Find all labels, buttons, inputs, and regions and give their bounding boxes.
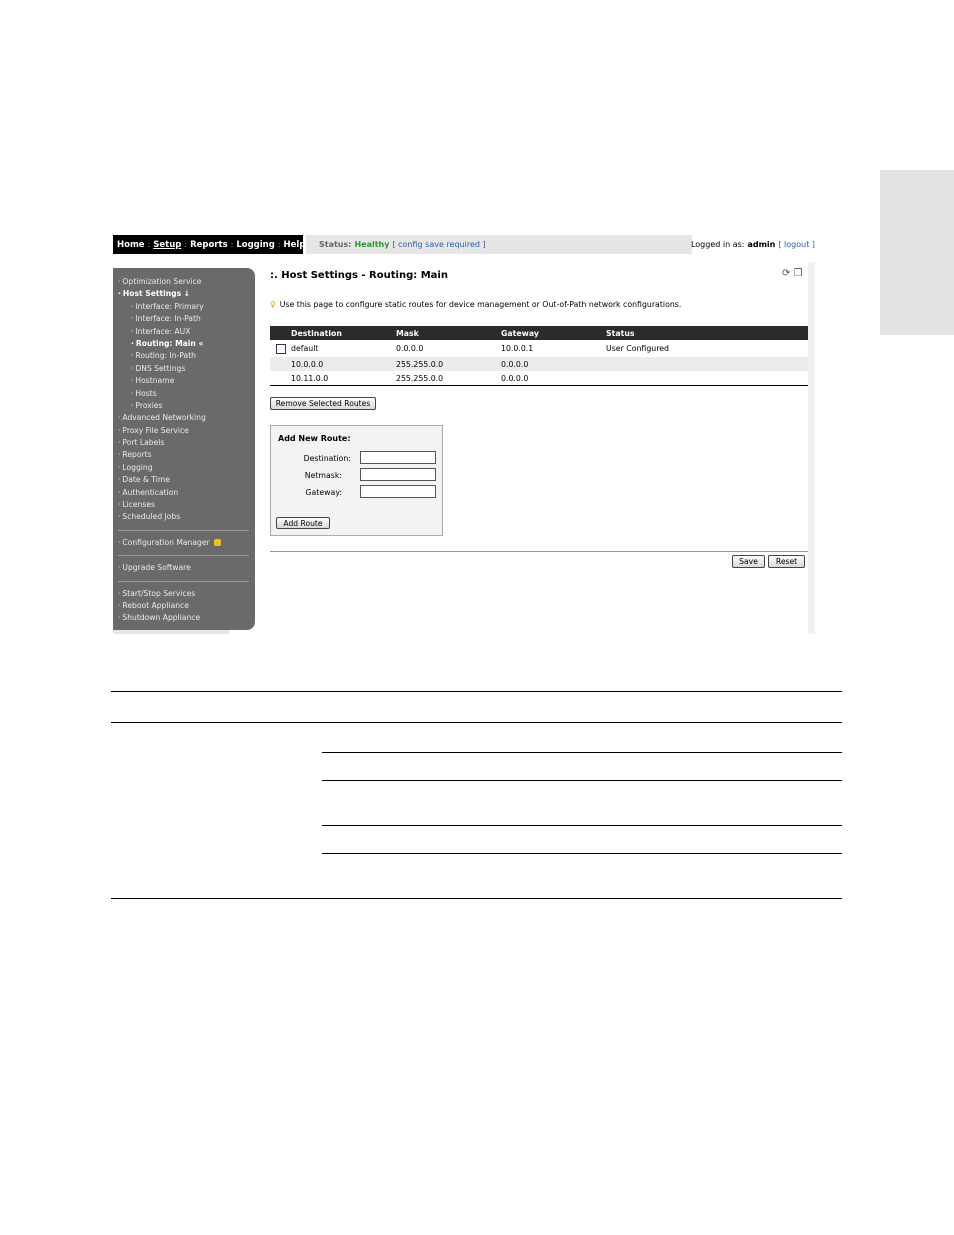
- sidebar-item-scheduled-jobs[interactable]: · Scheduled Jobs: [113, 511, 255, 523]
- netmask-label: Netmask:: [304, 471, 342, 480]
- sidebar-divider: [118, 529, 249, 531]
- doc-table-rule: [111, 691, 842, 692]
- destination-field[interactable]: [360, 451, 436, 464]
- sidebar-item-dns-settings[interactable]: · DNS Settings: [113, 363, 255, 375]
- netmask-field[interactable]: [360, 468, 436, 481]
- sidebar-item-start-stop-services[interactable]: · Start/Stop Services: [113, 588, 255, 600]
- sidebar-divider: [118, 555, 249, 557]
- reset-button[interactable]: Reset: [768, 555, 805, 568]
- warning-icon: [213, 539, 221, 547]
- nav-home[interactable]: Home: [117, 240, 145, 250]
- nav-reports[interactable]: Reports: [190, 240, 228, 250]
- sidebar-item-optimization-service[interactable]: · Optimization Service: [113, 276, 255, 288]
- sidebar-item-authentication[interactable]: · Authentication: [113, 487, 255, 499]
- status-label: Status:: [319, 240, 352, 249]
- sidebar-item-proxy-file-service[interactable]: · Proxy File Service: [113, 425, 255, 437]
- footer-divider: [270, 551, 808, 552]
- sidebar-item-upgrade-software[interactable]: · Upgrade Software: [113, 562, 255, 574]
- sidebar-item-configuration-manager[interactable]: · Configuration Manager: [113, 537, 255, 549]
- sidebar-item-reboot-appliance[interactable]: · Reboot Appliance: [113, 600, 255, 612]
- margin-thumb-tab: [880, 170, 954, 335]
- config-save-link[interactable]: [ config save required ]: [392, 240, 485, 249]
- sidebar-item-hosts[interactable]: · Hosts: [113, 388, 255, 400]
- refresh-icon[interactable]: ⟳: [782, 268, 790, 279]
- table-row: 10.11.0.0 255.255.0.0 0.0.0.0: [270, 371, 808, 386]
- doc-table-rule: [322, 780, 842, 781]
- remove-selected-routes-button[interactable]: Remove Selected Routes: [270, 397, 376, 410]
- sidebar-item-routing-main[interactable]: · Routing: Main «: [113, 338, 255, 350]
- sidebar-item-hostname[interactable]: · Hostname: [113, 375, 255, 387]
- login-prefix: Logged in as:: [690, 240, 745, 249]
- page-title: :. Host Settings - Routing: Main: [270, 270, 448, 281]
- col-destination: Destination: [270, 326, 375, 340]
- main-nav: Home: Setup: Reports: Logging: Help: [113, 235, 306, 254]
- sidebar-menu: · Optimization Service · Host Settings ↓ · In…: [113, 276, 255, 524]
- add-route-button[interactable]: Add Route: [276, 517, 330, 529]
- table-row: 10.0.0.0 255.255.0.0 0.0.0.0: [270, 357, 808, 371]
- gateway-label: Gateway:: [305, 488, 342, 497]
- doc-table-rule: [322, 752, 842, 753]
- sidebar-footer: [113, 630, 229, 634]
- sidebar-item-reports[interactable]: · Reports: [113, 449, 255, 461]
- sidebar-item-routing-in-path[interactable]: · Routing: In-Path: [113, 350, 255, 362]
- add-route-title: Add New Route:: [278, 434, 351, 443]
- sidebar-item-shutdown-appliance[interactable]: · Shutdown Appliance: [113, 612, 255, 624]
- sidebar-item-interface-aux[interactable]: · Interface: AUX: [113, 326, 255, 338]
- lightbulb-icon: ♀: [270, 300, 276, 309]
- login-user: admin: [747, 240, 776, 249]
- save-button[interactable]: Save: [732, 555, 765, 568]
- sidebar-item-host-settings[interactable]: · Host Settings ↓: [113, 288, 255, 300]
- doc-table-rule: [322, 825, 842, 826]
- sidebar-item-port-labels[interactable]: · Port Labels: [113, 437, 255, 449]
- sidebar-item-interface-in-path[interactable]: · Interface: In-Path: [113, 313, 255, 325]
- doc-table-rule: [111, 898, 842, 899]
- logout-link[interactable]: [ logout ]: [778, 240, 815, 249]
- destination-label: Destination:: [303, 454, 351, 463]
- routes-table: Destination Mask Gateway Status default …: [270, 326, 808, 386]
- sidebar-item-proxies[interactable]: · Proxies: [113, 400, 255, 412]
- sidebar-item-interface-primary[interactable]: · Interface: Primary: [113, 301, 255, 313]
- nav-logging[interactable]: Logging: [236, 240, 274, 250]
- help-book-icon[interactable]: ❐: [794, 268, 803, 279]
- doc-table-rule: [322, 853, 842, 854]
- sidebar: · Optimization Service · Host Settings ↓ · In…: [113, 268, 255, 630]
- top-bar: Home: Setup: Reports: Logging: Help Stat…: [113, 235, 815, 254]
- sidebar-divider: [118, 580, 249, 582]
- gateway-field[interactable]: [360, 485, 436, 498]
- col-mask: Mask: [375, 326, 480, 340]
- login-info: Logged in as: admin [ logout ]: [691, 235, 815, 254]
- table-row: default 0.0.0.0 10.0.0.1 User Configured: [270, 340, 808, 357]
- sidebar-item-licenses[interactable]: · Licenses: [113, 499, 255, 511]
- sidebar-item-logging[interactable]: · Logging: [113, 462, 255, 474]
- title-icons: ⟳ ❐: [782, 268, 803, 279]
- doc-table-rule: [111, 722, 842, 723]
- nav-setup[interactable]: Setup: [153, 240, 181, 250]
- sidebar-item-date-time[interactable]: · Date & Time: [113, 474, 255, 486]
- col-status: Status: [585, 326, 808, 340]
- col-gateway: Gateway: [480, 326, 585, 340]
- add-route-panel: Add New Route: Destination: Netmask: Gat…: [270, 425, 443, 536]
- sidebar-item-advanced-networking[interactable]: · Advanced Networking: [113, 412, 255, 424]
- page-hint: ♀ Use this page to configure static route…: [270, 300, 682, 309]
- main-panel-edge: [808, 262, 815, 634]
- nav-help[interactable]: Help: [284, 240, 306, 250]
- table-header-row: Destination Mask Gateway Status: [270, 326, 808, 340]
- status-value: Healthy: [354, 240, 390, 249]
- route-checkbox[interactable]: [276, 343, 286, 354]
- status-bar: Status: Healthy [ config save required ]: [306, 235, 692, 254]
